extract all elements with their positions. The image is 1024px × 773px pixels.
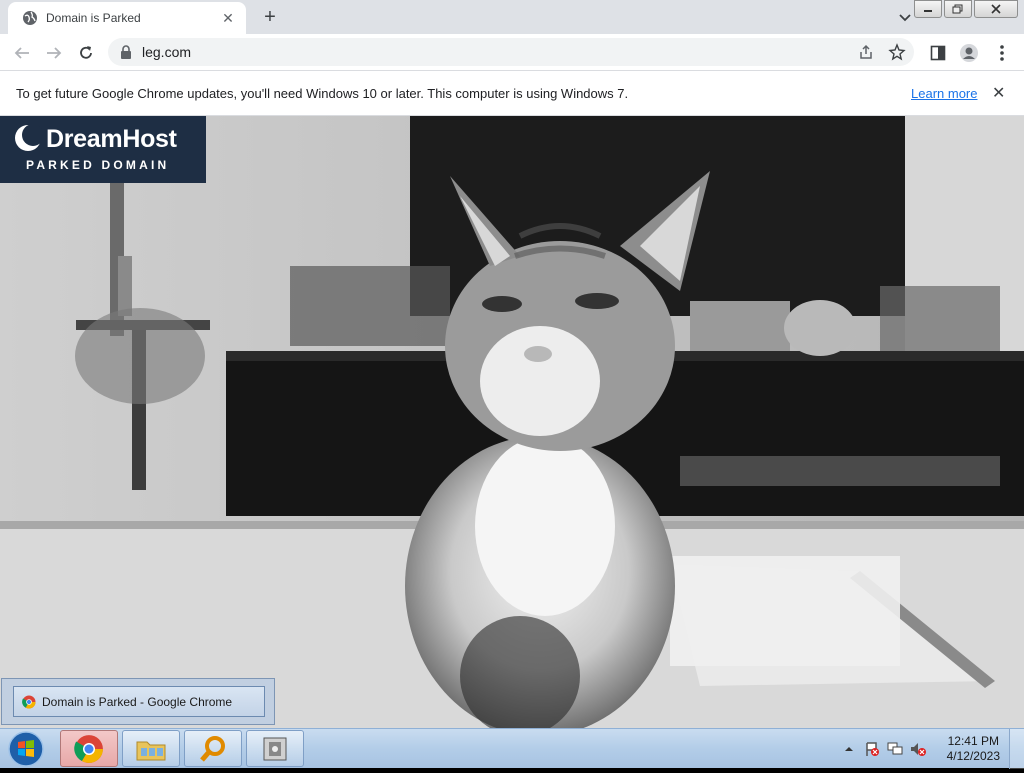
clock-date: 4/12/2023 [946,749,1000,763]
disk-icon [263,737,287,760]
windows-taskbar: 12:41 PM 4/12/2023 [0,728,1024,769]
chrome-icon [74,734,103,763]
side-panel-icon [930,45,946,61]
logo-name: DreamHost [46,125,177,153]
profile-button[interactable] [958,42,980,64]
volume-muted-icon[interactable] [909,741,927,757]
taskbar-disk-utility[interactable] [246,730,304,767]
clock-time: 12:41 PM [947,734,999,748]
infobar-close-icon[interactable]: ✕ [992,83,1005,103]
minimize-button[interactable] [914,0,942,18]
dreamhost-logo[interactable]: DreamHost PARKED DOMAIN [0,116,206,183]
taskbar-chrome[interactable] [60,730,118,767]
taskbar-thumbnail-preview: Domain is Parked - Google Chrome [1,678,275,725]
lock-icon[interactable] [120,45,132,59]
chrome-icon [22,695,36,708]
taskbar-search-tool[interactable] [184,730,242,767]
close-icon [991,4,1001,14]
menu-button[interactable] [991,42,1013,64]
globe-icon [23,11,37,25]
avatar-icon [960,44,978,62]
share-icon[interactable] [858,44,874,60]
side-panel-button[interactable] [927,42,949,64]
minimize-icon [924,10,932,12]
reload-icon [80,46,92,59]
tab-close-icon[interactable]: ✕ [220,10,236,27]
new-tab-button[interactable]: + [258,6,282,28]
clock[interactable]: 12:41 PM 4/12/2023 [947,734,1000,764]
forward-button[interactable] [44,43,64,63]
restore-button[interactable] [944,0,972,18]
network-icon[interactable] [886,741,904,757]
folder-icon [136,741,166,760]
kitten-photo [0,116,1024,728]
reload-button[interactable] [76,43,96,63]
back-button[interactable] [12,43,32,63]
url-text: leg.com [142,44,192,60]
chevron-up-icon[interactable] [844,744,854,754]
kebab-menu-icon [1000,45,1004,61]
learn-more-link[interactable]: Learn more [911,86,977,101]
action-center-flag-icon[interactable] [864,741,880,757]
preview-window-item[interactable]: Domain is Parked - Google Chrome [13,686,265,717]
preview-title: Domain is Parked - Google Chrome [42,694,233,709]
start-button[interactable] [4,730,48,768]
search-tool-icon [200,735,225,762]
restore-icon [952,4,963,14]
infobar-message: To get future Google Chrome updates, you… [16,86,629,101]
page-content: DreamHost PARKED DOMAIN [0,116,1024,728]
logo-subtitle: PARKED DOMAIN [26,158,170,172]
tab-title: Domain is Parked [46,11,141,25]
moon-logo-icon [15,124,42,151]
tab-strip: Domain is Parked ✕ + [0,0,1024,34]
taskbar-explorer[interactable] [122,730,180,767]
show-desktop-button[interactable] [1009,729,1024,769]
address-bar[interactable]: leg.com [108,38,914,66]
close-window-button[interactable] [974,0,1018,18]
star-icon[interactable] [888,43,906,61]
windows-orb-icon [8,731,44,767]
arrow-left-icon [14,47,29,59]
tab-domain-is-parked[interactable]: Domain is Parked ✕ [8,2,246,34]
window-controls [912,0,1018,18]
system-tray: 12:41 PM 4/12/2023 [834,729,1024,769]
arrow-right-icon [47,47,62,59]
browser-toolbar: leg.com [0,34,1024,71]
update-infobar: To get future Google Chrome updates, you… [0,71,1024,116]
